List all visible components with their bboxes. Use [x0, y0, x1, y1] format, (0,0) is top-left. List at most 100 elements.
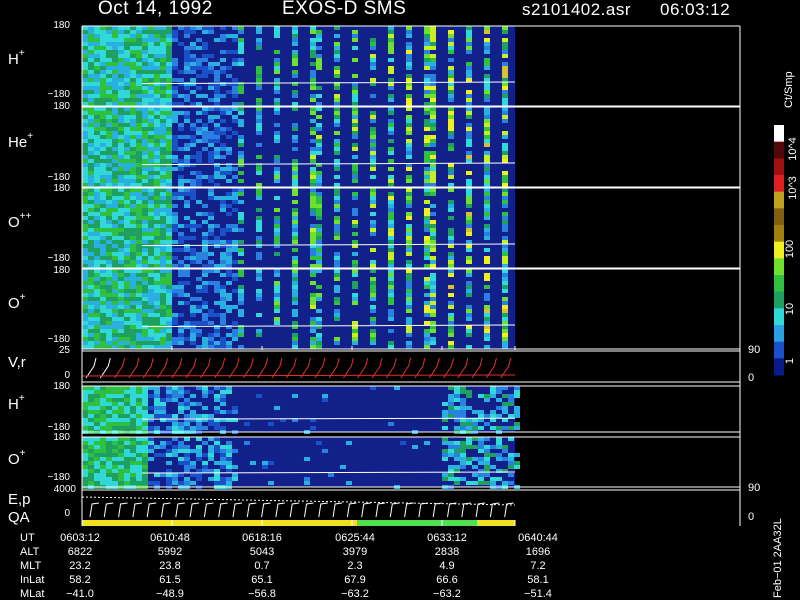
spectrogram-cell — [256, 277, 262, 281]
spectrogram-cell — [502, 78, 508, 82]
spectrogram-cell — [124, 155, 130, 159]
spectrogram-cell — [124, 402, 130, 406]
spectrogram-cell — [112, 390, 118, 394]
spectrogram-cell — [160, 167, 166, 171]
spectrogram-cell — [106, 139, 112, 143]
spectrogram-cell — [220, 386, 226, 390]
spectrogram-cell — [118, 453, 124, 457]
spectrogram-cell — [502, 143, 508, 147]
spectrogram-cell — [124, 449, 130, 453]
spectrogram-cell — [178, 159, 184, 163]
spectrogram-cell — [220, 317, 226, 321]
spectrogram-cell — [154, 46, 160, 50]
spectrogram-cell — [100, 465, 106, 469]
spectrogram-cell — [118, 244, 124, 248]
spectrogram-cell — [94, 481, 100, 485]
spectrogram-cell — [502, 183, 508, 187]
spectrogram-cell — [160, 293, 166, 297]
spectrogram-cell — [178, 78, 184, 82]
spectrogram-cell — [130, 204, 136, 208]
spectrogram-cell — [196, 46, 202, 50]
spectrogram-cell — [490, 386, 496, 390]
spectrogram-cell — [112, 42, 118, 46]
spectrogram-cell — [202, 58, 208, 62]
spectrogram-cell — [124, 422, 130, 426]
spectrogram-cell — [190, 143, 196, 147]
spectrogram-cell — [214, 398, 220, 402]
spectrogram-cell — [316, 321, 322, 325]
spectrogram-cell — [388, 208, 394, 212]
spectrogram-cell — [190, 297, 196, 301]
spectrogram-cell — [352, 329, 358, 333]
spectrogram-cell — [118, 240, 124, 244]
spectrogram-cell — [232, 333, 238, 337]
spectrogram-cell — [136, 50, 142, 54]
spectrogram-cell — [478, 473, 484, 477]
spectrogram-cell — [88, 94, 94, 98]
spectrogram-cell — [148, 260, 154, 264]
colorbar-segment — [774, 208, 784, 226]
spectrogram-cell — [130, 159, 136, 163]
spectrogram-cell — [424, 345, 430, 349]
spectrogram-cell — [472, 437, 478, 441]
spectrogram-cell — [370, 224, 376, 228]
spectrogram-cell — [406, 321, 412, 325]
spectrogram-cell — [166, 196, 172, 200]
spectrogram-cell — [316, 285, 322, 289]
spectrogram-cell — [478, 437, 484, 441]
spectrogram-cell — [484, 212, 490, 216]
spectrogram-cell — [184, 192, 190, 196]
spectrogram-cell — [118, 183, 124, 187]
spectrogram-cell — [448, 119, 454, 123]
spectrogram-cell — [148, 171, 154, 175]
spectrogram-cell — [202, 54, 208, 58]
spectrogram-cell — [154, 240, 160, 244]
spectrogram-cell — [142, 167, 148, 171]
spectrogram-cell — [256, 269, 262, 273]
spectrogram-cell — [310, 50, 316, 54]
spectrogram-cell — [148, 321, 154, 325]
spectrogram-cell — [142, 240, 148, 244]
spectrogram-cell — [334, 277, 340, 281]
spectrogram-cell — [112, 94, 118, 98]
spectrogram-cell — [238, 30, 244, 34]
spectrogram-cell — [406, 200, 412, 204]
spectrogram-cell — [160, 200, 166, 204]
spectrogram-cell — [352, 167, 358, 171]
spectrogram-cell — [430, 159, 436, 163]
spectrogram-cell — [112, 426, 118, 430]
spectrogram-cell — [94, 341, 100, 345]
spectrogram-cell — [424, 167, 430, 171]
spectrogram-cell — [136, 321, 142, 325]
spectrogram-cell — [112, 285, 118, 289]
ytick-top: 180 — [53, 432, 70, 443]
spectrogram-cell — [124, 305, 130, 309]
spectrogram-cell — [160, 62, 166, 66]
spectrogram-cell — [388, 301, 394, 305]
spectrogram-cell — [100, 212, 106, 216]
spectrogram-cell — [502, 269, 508, 273]
spectrogram-cell — [196, 200, 202, 204]
spectrogram-cell — [466, 212, 472, 216]
spectrogram-cell — [124, 38, 130, 42]
spectrogram-cell — [202, 252, 208, 256]
spectrogram-cell — [124, 426, 130, 430]
spectrogram-cell — [124, 236, 130, 240]
spectrogram-cell — [94, 313, 100, 317]
spectrogram-cell — [148, 269, 154, 273]
spectrogram-cell — [310, 341, 316, 345]
spectrogram-cell — [160, 115, 166, 119]
spectrogram-cell — [466, 26, 472, 30]
spectrogram-cell — [142, 30, 148, 34]
spectrogram-cell — [160, 341, 166, 345]
spectrogram-cell — [424, 333, 430, 337]
spectrogram-cell — [112, 102, 118, 106]
spectrogram-cell — [256, 155, 262, 159]
spectrogram-cell — [316, 46, 322, 50]
spectrogram-cell — [202, 66, 208, 70]
spectrogram-cell — [196, 159, 202, 163]
spectrogram-cell — [226, 171, 232, 175]
spectrogram-cell — [232, 208, 238, 212]
spectrogram-cell — [514, 422, 520, 426]
spectrogram-cell — [124, 256, 130, 260]
